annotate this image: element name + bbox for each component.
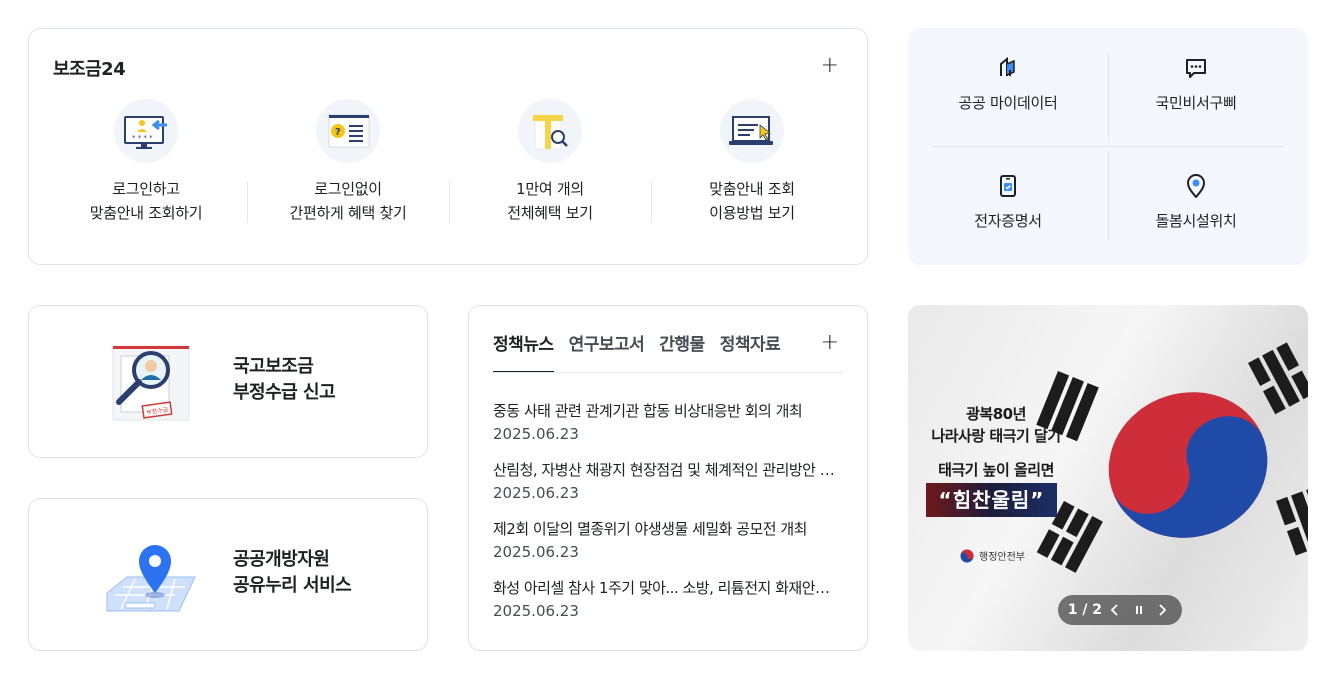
open-resource-line2: 공유누리 서비스	[233, 575, 352, 596]
news-title: 제2회 이달의 멸종위기 야생생물 세밀화 공모전 개최	[493, 520, 807, 538]
chevron-right-icon	[1159, 604, 1167, 616]
tab-policy-material[interactable]: 정책자료	[720, 330, 781, 373]
subsidy24-title: 보조금24	[53, 59, 126, 80]
subsidy24-more-button[interactable]: +	[821, 55, 839, 77]
subsidy-item-line2: 맞춤안내 조회하기	[89, 204, 203, 222]
news-item[interactable]: 화성 아리셀 참사 1주기 맞아... 소방, 리튬전지 화재안전 강화 202…	[493, 577, 843, 636]
mydata-icon	[997, 56, 1019, 80]
quick-menu-gubbi[interactable]: 국민비서구삐	[1108, 28, 1284, 120]
slide-counter: 1 / 2	[1067, 602, 1103, 618]
government-emblem-icon	[960, 549, 974, 562]
login-monitor-icon: * * * *	[114, 99, 178, 163]
subsidy-fraud-report-banner[interactable]: 부정수급 국고보조금 부정수급 신고	[28, 305, 428, 458]
policy-news-card: 정책뉴스 연구보고서 간행물 정책자료 + 중동 사태 관련 관계기관 합동 비…	[468, 305, 868, 651]
tab-divider	[493, 372, 843, 373]
chat-icon	[1184, 56, 1208, 80]
promo-org-name: 행정안전부	[979, 552, 1025, 563]
quick-menu-label: 돌봄시설위치	[1155, 212, 1237, 230]
news-item[interactable]: 산림청, 자병산 채광지 현장점검 및 체계적인 관리방안 마련 2025.06…	[493, 459, 843, 518]
svg-text:?: ?	[335, 127, 341, 138]
subsidy-item-line1: 1만여 개의	[516, 180, 584, 198]
question-document-icon: ?	[316, 99, 380, 163]
laptop-guide-icon	[720, 99, 784, 163]
location-pin-icon	[1185, 174, 1207, 199]
promo-line1: 광복80년	[966, 405, 1026, 423]
svg-text:* * * *: * * * *	[132, 134, 153, 142]
quick-menu-label: 공공 마이데이터	[958, 94, 1058, 112]
subsidy24-card: 보조금24 + * * * * 로그인하고 맞춤안내 조회하기 ? 로그인없이 …	[28, 28, 868, 265]
quick-menu-label: 국민비서구삐	[1155, 94, 1237, 112]
map-pin-illustration-icon	[105, 533, 197, 619]
news-item[interactable]: 중동 사태 관련 관계기관 합동 비상대응반 회의 개최 2025.06.23	[493, 400, 843, 459]
subsidy-item-line1: 맞춤안내 조회	[709, 180, 795, 198]
fraud-report-line2: 부정수급 신고	[233, 382, 336, 403]
subsidy-item-line2: 이용방법 보기	[709, 204, 795, 222]
fraud-report-line1: 국고보조금	[233, 356, 314, 377]
quick-menu-label: 전자증명서	[974, 212, 1042, 230]
quick-menu-mydata[interactable]: 공공 마이데이터	[920, 28, 1096, 120]
subsidy-item-line2: 전체혜택 보기	[507, 204, 593, 222]
promo-line2: 나라사랑 태극기 달기	[931, 427, 1061, 445]
news-title: 산림청, 자병산 채광지 현장점검 및 체계적인 관리방안 마련	[493, 461, 843, 479]
subsidy-usage-guide-link[interactable]: 맞춤안내 조회 이용방법 보기	[651, 99, 853, 249]
slide-pause-button[interactable]	[1129, 600, 1149, 620]
quick-menu-ecertificate[interactable]: 전자증명서	[920, 146, 1096, 238]
news-list: 중동 사태 관련 관계기관 합동 비상대응반 회의 개최 2025.06.23 …	[493, 400, 843, 636]
slider-controls: 1 / 2	[1058, 595, 1182, 625]
news-more-button[interactable]: +	[821, 332, 839, 354]
news-date: 2025.06.23	[493, 425, 579, 443]
gift-search-icon	[518, 99, 582, 163]
news-title: 화성 아리셀 참사 1주기 맞아... 소방, 리튬전지 화재안전 강화	[493, 579, 843, 597]
news-tabs: 정책뉴스 연구보고서 간행물 정책자료	[493, 330, 781, 373]
chevron-left-icon	[1111, 604, 1119, 616]
subsidy-item-line1: 로그인없이	[314, 180, 382, 198]
subsidy-all-benefits-link[interactable]: 1만여 개의 전체혜택 보기	[449, 99, 651, 249]
promo-slogan: “힘찬울림”	[926, 483, 1057, 517]
tab-publication[interactable]: 간행물	[659, 330, 705, 373]
subsidy-item-line1: 로그인하고	[112, 180, 180, 198]
pause-icon	[1135, 606, 1142, 614]
public-resource-sharing-banner[interactable]: 공공개방자원 공유누리 서비스	[28, 498, 428, 651]
open-resource-line1: 공공개방자원	[233, 549, 330, 570]
certificate-icon	[997, 174, 1019, 198]
quick-menu-panel: 공공 마이데이터 국민비서구삐 전자증명서 돌봄시설위치	[908, 28, 1308, 265]
tab-research-report[interactable]: 연구보고서	[569, 330, 645, 373]
subsidy-item-line2: 간편하게 혜택 찾기	[289, 204, 407, 222]
news-date: 2025.06.23	[493, 543, 579, 561]
slide-prev-button[interactable]	[1105, 600, 1125, 620]
promo-org: 행정안전부	[960, 548, 1025, 563]
news-date: 2025.06.23	[493, 602, 579, 620]
promo-line3: 태극기 높이 올리면	[938, 461, 1054, 479]
taegukgi-promo-banner[interactable]: 광복80년 나라사랑 태극기 달기 태극기 높이 올리면 “힘찬울림” 행정안전…	[908, 305, 1308, 651]
news-item[interactable]: 제2회 이달의 멸종위기 야생생물 세밀화 공모전 개최 2025.06.23	[493, 518, 843, 577]
fraud-report-illustration-icon: 부정수급	[105, 340, 197, 426]
tab-policy-news[interactable]: 정책뉴스	[493, 330, 554, 373]
quick-menu-care-facility[interactable]: 돌봄시설위치	[1108, 146, 1284, 238]
news-date: 2025.06.23	[493, 484, 579, 502]
subsidy-login-search-link[interactable]: * * * * 로그인하고 맞춤안내 조회하기	[45, 99, 247, 249]
news-title: 중동 사태 관련 관계기관 합동 비상대응반 회의 개최	[493, 402, 803, 420]
subsidy-guest-search-link[interactable]: ? 로그인없이 간편하게 혜택 찾기	[247, 99, 449, 249]
slide-next-button[interactable]	[1152, 600, 1172, 620]
